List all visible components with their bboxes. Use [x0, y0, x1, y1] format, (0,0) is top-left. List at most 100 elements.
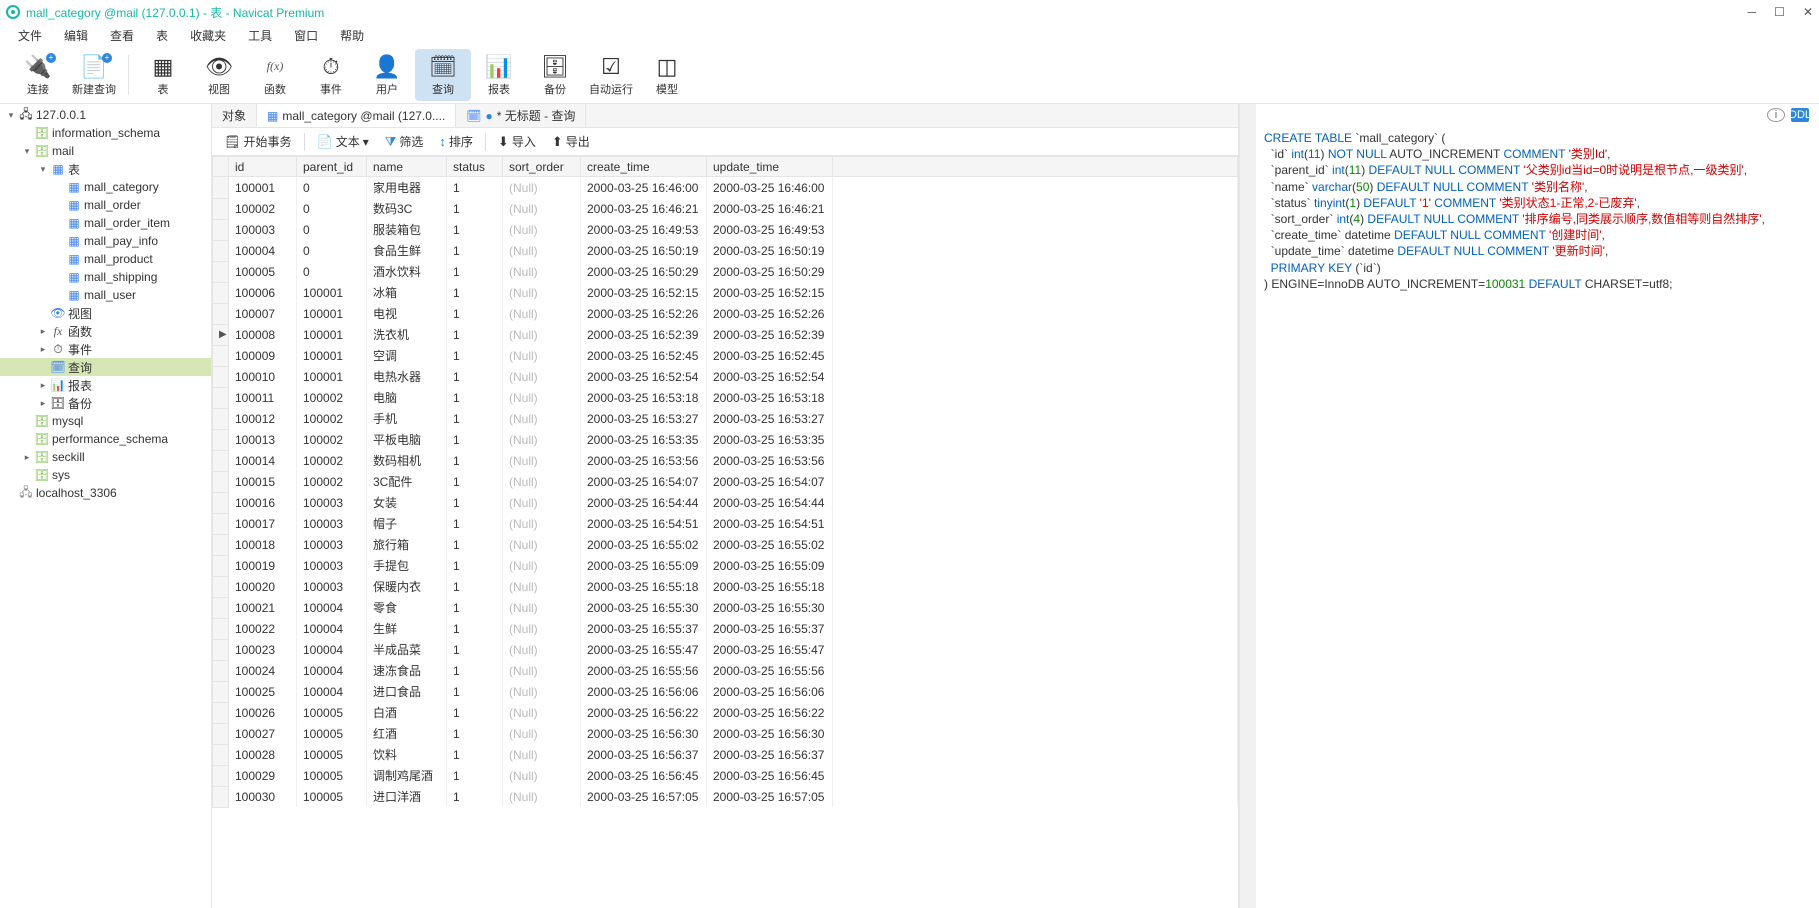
- cell[interactable]: (Null): [503, 450, 581, 471]
- cell[interactable]: 2000-03-25 16:46:21: [581, 198, 707, 219]
- cell[interactable]: 1: [447, 513, 503, 534]
- cell[interactable]: 2000-03-25 16:55:09: [581, 555, 707, 576]
- tree-item-mysql[interactable]: 🗄mysql: [0, 412, 211, 430]
- cell[interactable]: 2000-03-25 16:52:45: [581, 345, 707, 366]
- connection-tree[interactable]: ▾🖧127.0.0.1🗄information_schema▾🗄mail▾▦表▦…: [0, 104, 212, 908]
- cell[interactable]: 生鲜: [367, 618, 447, 639]
- cell[interactable]: 保暖内衣: [367, 576, 447, 597]
- cell[interactable]: 2000-03-25 16:56:30: [707, 723, 833, 744]
- cell[interactable]: 1: [447, 345, 503, 366]
- maximize-button[interactable]: ☐: [1774, 5, 1785, 19]
- cell[interactable]: 2000-03-25 16:55:30: [581, 597, 707, 618]
- cell[interactable]: 1: [447, 786, 503, 807]
- cell[interactable]: 0: [297, 219, 367, 240]
- table-row[interactable]: 100019100003手提包1(Null)2000-03-25 16:55:0…: [213, 555, 1238, 576]
- cell[interactable]: 2000-03-25 16:52:15: [581, 282, 707, 303]
- table-row[interactable]: ▶100008100001洗衣机1(Null)2000-03-25 16:52:…: [213, 324, 1238, 345]
- tree-item-127.0.0.1[interactable]: ▾🖧127.0.0.1: [0, 106, 211, 124]
- cell[interactable]: (Null): [503, 471, 581, 492]
- cell[interactable]: 100004: [229, 240, 297, 261]
- cell[interactable]: 食品生鲜: [367, 240, 447, 261]
- cell[interactable]: 1: [447, 282, 503, 303]
- cell[interactable]: 100001: [297, 324, 367, 345]
- cell[interactable]: 1: [447, 219, 503, 240]
- cell[interactable]: (Null): [503, 723, 581, 744]
- cell[interactable]: 1: [447, 429, 503, 450]
- table-row[interactable]: 100020100003保暖内衣1(Null)2000-03-25 16:55:…: [213, 576, 1238, 597]
- cell[interactable]: 100001: [297, 366, 367, 387]
- twisty-icon[interactable]: ▸: [36, 344, 50, 355]
- table-row[interactable]: 100027100005红酒1(Null)2000-03-25 16:56:30…: [213, 723, 1238, 744]
- toolbar-auto-button[interactable]: ☑自动运行: [583, 49, 639, 101]
- cell[interactable]: (Null): [503, 177, 581, 199]
- cell[interactable]: (Null): [503, 324, 581, 345]
- info-icon[interactable]: i: [1767, 108, 1785, 122]
- cell[interactable]: 2000-03-25 16:55:37: [581, 618, 707, 639]
- cell[interactable]: 数码相机: [367, 450, 447, 471]
- toolbar-table-button[interactable]: ▦表: [135, 49, 191, 101]
- cell[interactable]: 电脑: [367, 387, 447, 408]
- cell[interactable]: 2000-03-25 16:54:07: [581, 471, 707, 492]
- table-row[interactable]: 1000151000023C配件1(Null)2000-03-25 16:54:…: [213, 471, 1238, 492]
- cell[interactable]: 2000-03-25 16:46:00: [581, 177, 707, 199]
- cell[interactable]: 调制鸡尾酒: [367, 765, 447, 786]
- cell[interactable]: 100004: [297, 660, 367, 681]
- cell[interactable]: 2000-03-25 16:56:22: [707, 702, 833, 723]
- cell[interactable]: (Null): [503, 576, 581, 597]
- tree-item-查询[interactable]: 🗓查询: [0, 358, 211, 376]
- col-header-update_time[interactable]: update_time: [707, 157, 833, 177]
- cell[interactable]: 100004: [297, 618, 367, 639]
- table-row[interactable]: 100009100001空调1(Null)2000-03-25 16:52:45…: [213, 345, 1238, 366]
- cell[interactable]: 100022: [229, 618, 297, 639]
- cell[interactable]: 100030: [229, 786, 297, 807]
- cell[interactable]: 100009: [229, 345, 297, 366]
- cell[interactable]: 2000-03-25 16:53:35: [707, 429, 833, 450]
- cell[interactable]: 2000-03-25 16:55:18: [707, 576, 833, 597]
- tab-2[interactable]: 🗓●* 无标题 - 查询: [456, 104, 586, 127]
- cell[interactable]: (Null): [503, 345, 581, 366]
- cell[interactable]: 2000-03-25 16:55:56: [581, 660, 707, 681]
- table-row[interactable]: 100025100004进口食品1(Null)2000-03-25 16:56:…: [213, 681, 1238, 702]
- cell[interactable]: 100014: [229, 450, 297, 471]
- cell[interactable]: 1: [447, 618, 503, 639]
- cell[interactable]: (Null): [503, 618, 581, 639]
- cell[interactable]: 100001: [297, 345, 367, 366]
- cell[interactable]: 100003: [229, 219, 297, 240]
- tree-item-performance_schema[interactable]: 🗄performance_schema: [0, 430, 211, 448]
- cell[interactable]: 2000-03-25 16:55:37: [707, 618, 833, 639]
- tree-item-函数[interactable]: ▸fx函数: [0, 322, 211, 340]
- cell[interactable]: (Null): [503, 681, 581, 702]
- twisty-icon[interactable]: ▸: [36, 380, 50, 391]
- cell[interactable]: 100027: [229, 723, 297, 744]
- cell[interactable]: 100010: [229, 366, 297, 387]
- cell[interactable]: 100020: [229, 576, 297, 597]
- cell[interactable]: (Null): [503, 744, 581, 765]
- cell[interactable]: 100001: [229, 177, 297, 199]
- menu-0[interactable]: 文件: [8, 27, 52, 44]
- cell[interactable]: 100005: [297, 786, 367, 807]
- cell[interactable]: 1: [447, 177, 503, 199]
- cell[interactable]: 1: [447, 534, 503, 555]
- cell[interactable]: 1: [447, 702, 503, 723]
- cell[interactable]: 100029: [229, 765, 297, 786]
- cell[interactable]: 电视: [367, 303, 447, 324]
- cell[interactable]: 2000-03-25 16:53:27: [707, 408, 833, 429]
- cell[interactable]: (Null): [503, 219, 581, 240]
- cell[interactable]: 2000-03-25 16:55:09: [707, 555, 833, 576]
- table-row[interactable]: 100024100004速冻食品1(Null)2000-03-25 16:55:…: [213, 660, 1238, 681]
- table-row[interactable]: 1000050酒水饮料1(Null)2000-03-25 16:50:29200…: [213, 261, 1238, 282]
- cell[interactable]: 1: [447, 240, 503, 261]
- cell[interactable]: 2000-03-25 16:55:18: [581, 576, 707, 597]
- cell[interactable]: (Null): [503, 639, 581, 660]
- cell[interactable]: 2000-03-25 16:50:19: [581, 240, 707, 261]
- table-row[interactable]: 100006100001冰箱1(Null)2000-03-25 16:52:15…: [213, 282, 1238, 303]
- menu-4[interactable]: 收藏夹: [180, 27, 236, 44]
- table-row[interactable]: 100013100002平板电脑1(Null)2000-03-25 16:53:…: [213, 429, 1238, 450]
- cell[interactable]: 100005: [297, 765, 367, 786]
- cell[interactable]: 100028: [229, 744, 297, 765]
- tree-item-localhost_3306[interactable]: 🖧localhost_3306: [0, 484, 211, 502]
- cell[interactable]: (Null): [503, 261, 581, 282]
- cell[interactable]: 2000-03-25 16:56:37: [707, 744, 833, 765]
- cell[interactable]: 2000-03-25 16:54:44: [581, 492, 707, 513]
- cell[interactable]: 100003: [297, 534, 367, 555]
